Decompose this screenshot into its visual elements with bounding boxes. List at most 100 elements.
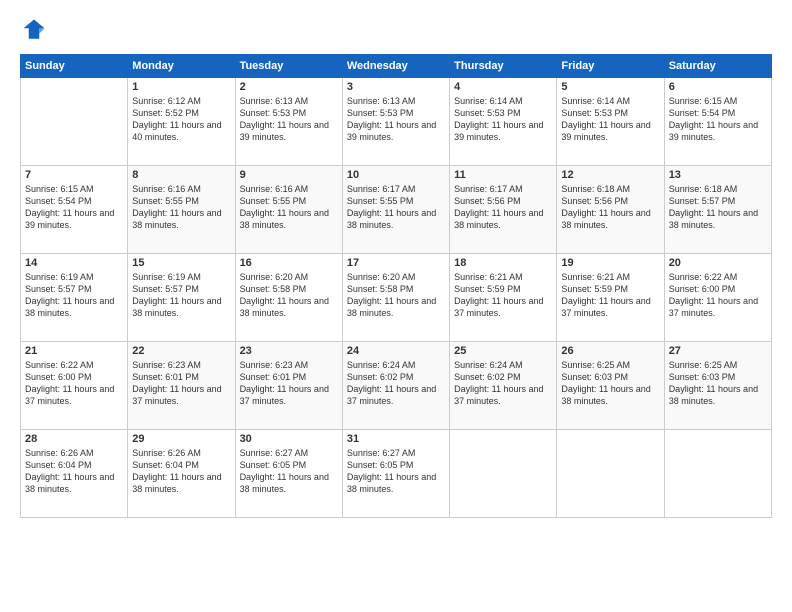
- day-info: Sunrise: 6:26 AMSunset: 6:04 PMDaylight:…: [25, 447, 123, 496]
- calendar-day-cell: 1 Sunrise: 6:12 AMSunset: 5:52 PMDayligh…: [128, 78, 235, 166]
- day-number: 12: [561, 169, 659, 181]
- day-number: 19: [561, 257, 659, 269]
- calendar-day-cell: 22 Sunrise: 6:23 AMSunset: 6:01 PMDaylig…: [128, 342, 235, 430]
- day-number: 21: [25, 345, 123, 357]
- day-number: 24: [347, 345, 445, 357]
- day-info: Sunrise: 6:22 AMSunset: 6:00 PMDaylight:…: [25, 359, 123, 408]
- day-info: Sunrise: 6:15 AMSunset: 5:54 PMDaylight:…: [25, 183, 123, 232]
- logo: [20, 16, 52, 44]
- weekday-cell: Sunday: [21, 55, 128, 78]
- day-info: Sunrise: 6:17 AMSunset: 5:55 PMDaylight:…: [347, 183, 445, 232]
- day-number: 10: [347, 169, 445, 181]
- logo-icon: [20, 16, 48, 44]
- calendar-day-cell: 30 Sunrise: 6:27 AMSunset: 6:05 PMDaylig…: [235, 430, 342, 518]
- day-info: Sunrise: 6:22 AMSunset: 6:00 PMDaylight:…: [669, 271, 767, 320]
- calendar-body: 1 Sunrise: 6:12 AMSunset: 5:52 PMDayligh…: [21, 78, 772, 518]
- calendar-day-cell: 7 Sunrise: 6:15 AMSunset: 5:54 PMDayligh…: [21, 166, 128, 254]
- day-info: Sunrise: 6:14 AMSunset: 5:53 PMDaylight:…: [454, 95, 552, 144]
- day-info: Sunrise: 6:23 AMSunset: 6:01 PMDaylight:…: [132, 359, 230, 408]
- calendar-day-cell: 16 Sunrise: 6:20 AMSunset: 5:58 PMDaylig…: [235, 254, 342, 342]
- day-info: Sunrise: 6:25 AMSunset: 6:03 PMDaylight:…: [669, 359, 767, 408]
- calendar-day-cell: 20 Sunrise: 6:22 AMSunset: 6:00 PMDaylig…: [664, 254, 771, 342]
- day-number: 9: [240, 169, 338, 181]
- day-info: Sunrise: 6:16 AMSunset: 5:55 PMDaylight:…: [132, 183, 230, 232]
- day-number: 28: [25, 433, 123, 445]
- calendar-day-cell: 10 Sunrise: 6:17 AMSunset: 5:55 PMDaylig…: [342, 166, 449, 254]
- day-info: Sunrise: 6:20 AMSunset: 5:58 PMDaylight:…: [240, 271, 338, 320]
- day-info: Sunrise: 6:18 AMSunset: 5:57 PMDaylight:…: [669, 183, 767, 232]
- day-info: Sunrise: 6:25 AMSunset: 6:03 PMDaylight:…: [561, 359, 659, 408]
- weekday-cell: Tuesday: [235, 55, 342, 78]
- calendar-day-cell: 14 Sunrise: 6:19 AMSunset: 5:57 PMDaylig…: [21, 254, 128, 342]
- calendar-day-cell: 31 Sunrise: 6:27 AMSunset: 6:05 PMDaylig…: [342, 430, 449, 518]
- day-info: Sunrise: 6:24 AMSunset: 6:02 PMDaylight:…: [454, 359, 552, 408]
- calendar-day-cell: 11 Sunrise: 6:17 AMSunset: 5:56 PMDaylig…: [450, 166, 557, 254]
- day-info: Sunrise: 6:18 AMSunset: 5:56 PMDaylight:…: [561, 183, 659, 232]
- calendar-day-cell: 3 Sunrise: 6:13 AMSunset: 5:53 PMDayligh…: [342, 78, 449, 166]
- day-info: Sunrise: 6:17 AMSunset: 5:56 PMDaylight:…: [454, 183, 552, 232]
- calendar-week-row: 7 Sunrise: 6:15 AMSunset: 5:54 PMDayligh…: [21, 166, 772, 254]
- calendar-day-cell: 2 Sunrise: 6:13 AMSunset: 5:53 PMDayligh…: [235, 78, 342, 166]
- day-info: Sunrise: 6:27 AMSunset: 6:05 PMDaylight:…: [347, 447, 445, 496]
- day-number: 8: [132, 169, 230, 181]
- calendar-day-cell: 29 Sunrise: 6:26 AMSunset: 6:04 PMDaylig…: [128, 430, 235, 518]
- weekday-header-row: SundayMondayTuesdayWednesdayThursdayFrid…: [21, 55, 772, 78]
- day-number: 5: [561, 81, 659, 93]
- page: SundayMondayTuesdayWednesdayThursdayFrid…: [0, 0, 792, 612]
- calendar-day-cell: 25 Sunrise: 6:24 AMSunset: 6:02 PMDaylig…: [450, 342, 557, 430]
- calendar-day-cell: 12 Sunrise: 6:18 AMSunset: 5:56 PMDaylig…: [557, 166, 664, 254]
- weekday-cell: Thursday: [450, 55, 557, 78]
- day-number: 1: [132, 81, 230, 93]
- day-number: 13: [669, 169, 767, 181]
- calendar-day-cell: 23 Sunrise: 6:23 AMSunset: 6:01 PMDaylig…: [235, 342, 342, 430]
- calendar-day-cell: 5 Sunrise: 6:14 AMSunset: 5:53 PMDayligh…: [557, 78, 664, 166]
- day-info: Sunrise: 6:19 AMSunset: 5:57 PMDaylight:…: [132, 271, 230, 320]
- day-info: Sunrise: 6:12 AMSunset: 5:52 PMDaylight:…: [132, 95, 230, 144]
- day-number: 2: [240, 81, 338, 93]
- day-info: Sunrise: 6:13 AMSunset: 5:53 PMDaylight:…: [240, 95, 338, 144]
- calendar-day-cell: 19 Sunrise: 6:21 AMSunset: 5:59 PMDaylig…: [557, 254, 664, 342]
- day-number: 18: [454, 257, 552, 269]
- calendar-day-cell: 27 Sunrise: 6:25 AMSunset: 6:03 PMDaylig…: [664, 342, 771, 430]
- day-number: 23: [240, 345, 338, 357]
- day-number: 11: [454, 169, 552, 181]
- weekday-cell: Friday: [557, 55, 664, 78]
- day-number: 3: [347, 81, 445, 93]
- day-info: Sunrise: 6:16 AMSunset: 5:55 PMDaylight:…: [240, 183, 338, 232]
- day-number: 7: [25, 169, 123, 181]
- calendar-day-cell: 6 Sunrise: 6:15 AMSunset: 5:54 PMDayligh…: [664, 78, 771, 166]
- day-number: 29: [132, 433, 230, 445]
- calendar-week-row: 1 Sunrise: 6:12 AMSunset: 5:52 PMDayligh…: [21, 78, 772, 166]
- day-number: 14: [25, 257, 123, 269]
- day-info: Sunrise: 6:21 AMSunset: 5:59 PMDaylight:…: [561, 271, 659, 320]
- calendar-day-cell: 15 Sunrise: 6:19 AMSunset: 5:57 PMDaylig…: [128, 254, 235, 342]
- calendar-day-cell: 18 Sunrise: 6:21 AMSunset: 5:59 PMDaylig…: [450, 254, 557, 342]
- day-number: 30: [240, 433, 338, 445]
- calendar-day-cell: [450, 430, 557, 518]
- day-info: Sunrise: 6:20 AMSunset: 5:58 PMDaylight:…: [347, 271, 445, 320]
- day-number: 6: [669, 81, 767, 93]
- calendar-week-row: 28 Sunrise: 6:26 AMSunset: 6:04 PMDaylig…: [21, 430, 772, 518]
- day-info: Sunrise: 6:24 AMSunset: 6:02 PMDaylight:…: [347, 359, 445, 408]
- day-number: 22: [132, 345, 230, 357]
- calendar-day-cell: 4 Sunrise: 6:14 AMSunset: 5:53 PMDayligh…: [450, 78, 557, 166]
- calendar-week-row: 21 Sunrise: 6:22 AMSunset: 6:00 PMDaylig…: [21, 342, 772, 430]
- calendar-day-cell: 13 Sunrise: 6:18 AMSunset: 5:57 PMDaylig…: [664, 166, 771, 254]
- day-number: 15: [132, 257, 230, 269]
- calendar-week-row: 14 Sunrise: 6:19 AMSunset: 5:57 PMDaylig…: [21, 254, 772, 342]
- calendar-day-cell: 17 Sunrise: 6:20 AMSunset: 5:58 PMDaylig…: [342, 254, 449, 342]
- calendar-day-cell: 24 Sunrise: 6:24 AMSunset: 6:02 PMDaylig…: [342, 342, 449, 430]
- day-info: Sunrise: 6:26 AMSunset: 6:04 PMDaylight:…: [132, 447, 230, 496]
- calendar-day-cell: 9 Sunrise: 6:16 AMSunset: 5:55 PMDayligh…: [235, 166, 342, 254]
- day-number: 26: [561, 345, 659, 357]
- day-number: 31: [347, 433, 445, 445]
- calendar-day-cell: [664, 430, 771, 518]
- header: [20, 16, 772, 44]
- weekday-cell: Wednesday: [342, 55, 449, 78]
- day-info: Sunrise: 6:13 AMSunset: 5:53 PMDaylight:…: [347, 95, 445, 144]
- calendar-table: SundayMondayTuesdayWednesdayThursdayFrid…: [20, 54, 772, 518]
- day-number: 4: [454, 81, 552, 93]
- weekday-cell: Monday: [128, 55, 235, 78]
- calendar-day-cell: [557, 430, 664, 518]
- day-info: Sunrise: 6:27 AMSunset: 6:05 PMDaylight:…: [240, 447, 338, 496]
